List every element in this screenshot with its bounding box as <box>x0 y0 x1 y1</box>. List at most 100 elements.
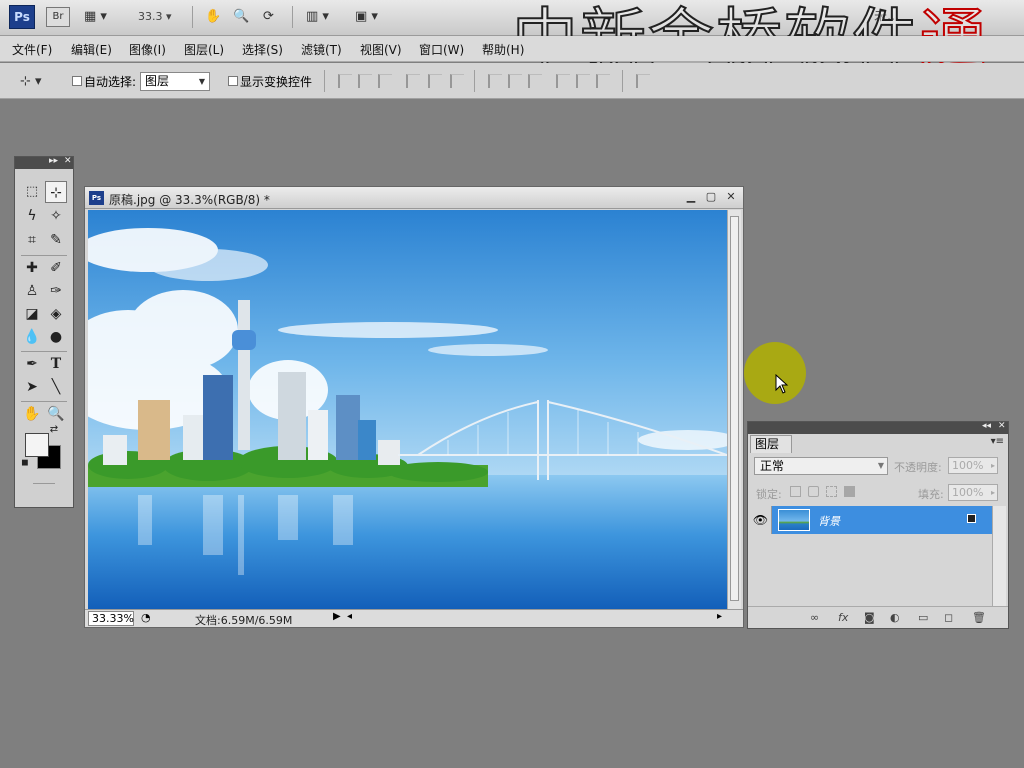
auto-select-dropdown[interactable]: 图层 ▼ <box>140 72 210 91</box>
align-left-icon[interactable] <box>406 74 420 88</box>
maximize-icon[interactable]: ▢ <box>703 189 719 205</box>
lock-all-icon[interactable] <box>844 486 855 497</box>
lock-position-icon[interactable] <box>826 486 837 497</box>
align-bottom-icon[interactable] <box>378 74 392 88</box>
menu-file[interactable]: 文件(F) <box>12 41 52 58</box>
lasso-tool-icon[interactable]: ϟ <box>21 205 43 227</box>
menu-edit[interactable]: 编辑(E) <box>71 41 112 58</box>
layers-scrollbar[interactable] <box>992 506 1006 606</box>
magic-wand-tool-icon[interactable]: ✧ <box>45 205 67 227</box>
dodge-tool-icon[interactable]: ● <box>45 326 67 348</box>
foreground-color-swatch[interactable] <box>25 433 49 457</box>
close-icon[interactable]: ✕ <box>998 421 1006 431</box>
menu-window[interactable]: 窗口(W) <box>419 41 464 58</box>
close-icon[interactable]: ✕ <box>723 189 739 205</box>
line-tool-icon[interactable]: ╲ <box>45 376 67 398</box>
quick-mask-icon[interactable] <box>33 483 55 484</box>
align-vcenter-icon[interactable] <box>358 74 372 88</box>
layer-mask-icon[interactable]: ◙ <box>864 611 875 624</box>
arrange-documents-icon[interactable]: ▥ ▾ <box>306 8 329 26</box>
history-brush-tool-icon[interactable]: ✑ <box>45 280 67 302</box>
layer-name: 背景 <box>818 515 840 528</box>
distribute-vcenter-icon[interactable] <box>508 74 522 88</box>
blend-mode-dropdown[interactable]: 正常 ▼ <box>754 457 888 475</box>
close-icon[interactable]: ✕ <box>64 156 72 166</box>
align-right-icon[interactable] <box>450 74 464 88</box>
rotate-view-icon[interactable]: ⟳ <box>263 8 274 26</box>
zoom-level-dropdown[interactable]: 33.3 ▾ <box>138 10 172 23</box>
auto-select-checkbox[interactable] <box>72 76 82 86</box>
move-tool-icon[interactable]: ⊹ <box>45 181 67 203</box>
zoom-field[interactable]: 33.33% <box>88 611 134 626</box>
status-menu-arrow-icon[interactable]: ▶ <box>333 611 341 622</box>
lock-transparency-icon[interactable] <box>790 486 801 497</box>
document-title-bar[interactable]: Ps 原稿.jpg @ 33.3%(RGB/8) * ▁ ▢ ✕ <box>85 187 743 209</box>
eyedropper-tool-icon[interactable]: ✎ <box>45 229 67 251</box>
menu-filter[interactable]: 滤镜(T) <box>301 41 342 58</box>
view-extras-icon[interactable]: ▦ ▾ <box>84 8 107 26</box>
menu-view[interactable]: 视图(V) <box>360 41 402 58</box>
menu-help[interactable]: 帮助(H) <box>482 41 524 58</box>
type-tool-icon[interactable]: T <box>45 353 67 375</box>
screen-mode-icon[interactable]: ▣ ▾ <box>355 8 378 26</box>
eye-icon[interactable]: 👁 <box>750 506 772 534</box>
marquee-tool-icon[interactable]: ⬚ <box>21 181 43 203</box>
distribute-bottom-icon[interactable] <box>528 74 542 88</box>
healing-brush-tool-icon[interactable]: ✚ <box>21 257 43 279</box>
link-layers-icon[interactable]: ∞ <box>810 611 819 624</box>
pen-tool-icon[interactable]: ✒ <box>21 353 43 375</box>
auto-align-icon[interactable] <box>636 74 650 88</box>
layers-panel-header[interactable]: ◂◂ ✕ <box>748 421 1008 434</box>
separator <box>21 401 67 402</box>
menu-bar: 文件(F) 编辑(E) 图像(I) 图层(L) 选择(S) 滤镜(T) 视图(V… <box>0 36 1024 62</box>
paint-bucket-tool-icon[interactable]: ◈ <box>45 303 67 325</box>
move-tool-preset-icon[interactable]: ⊹ ▾ <box>20 73 42 91</box>
hand-tool-icon[interactable]: ✋ <box>205 8 221 26</box>
collapse-icon[interactable]: ▸▸ <box>49 156 58 166</box>
align-top-icon[interactable] <box>338 74 352 88</box>
menu-layer[interactable]: 图层(L) <box>184 41 224 58</box>
brush-tool-icon[interactable]: ✐ <box>45 257 67 279</box>
path-selection-tool-icon[interactable]: ➤ <box>21 376 43 398</box>
clone-stamp-tool-icon[interactable]: ♙ <box>21 280 43 302</box>
bridge-button[interactable]: Br <box>46 7 70 27</box>
opacity-field[interactable]: 100% ▸ <box>948 457 998 474</box>
fill-field[interactable]: 100% ▸ <box>948 484 998 501</box>
default-colors-icon[interactable]: ◼ <box>19 457 31 469</box>
eraser-tool-icon[interactable]: ◪ <box>21 303 43 325</box>
zoom-tool-icon[interactable]: 🔍 <box>233 8 249 26</box>
layer-style-icon[interactable]: fx <box>838 611 848 624</box>
menu-image[interactable]: 图像(I) <box>129 41 166 58</box>
hand-tool-icon[interactable]: ✋ <box>21 403 43 425</box>
scrollbar-thumb[interactable] <box>730 216 739 601</box>
lock-pixels-icon[interactable] <box>808 486 819 497</box>
distribute-left-icon[interactable] <box>556 74 570 88</box>
status-info-icon[interactable]: ◔ <box>141 611 151 624</box>
tab-layers[interactable]: 图层 <box>750 435 792 453</box>
layer-row[interactable]: 👁 背景 <box>750 506 992 534</box>
scroll-left-icon[interactable]: ◂ <box>347 611 352 622</box>
zoom-tool-icon[interactable]: 🔍 <box>45 403 67 425</box>
distribute-hcenter-icon[interactable] <box>576 74 590 88</box>
vertical-scrollbar[interactable] <box>727 210 741 609</box>
blur-tool-icon[interactable]: 💧 <box>21 326 43 348</box>
align-hcenter-icon[interactable] <box>428 74 442 88</box>
distribute-top-icon[interactable] <box>488 74 502 88</box>
swap-colors-icon[interactable]: ⇄ <box>47 423 61 437</box>
minimize-icon[interactable]: ▁ <box>683 189 699 205</box>
delete-layer-icon[interactable]: 🗑 <box>972 611 986 624</box>
options-bar: ⊹ ▾ 自动选择: 图层 ▼ 显示变换控件 <box>0 63 1024 99</box>
show-transform-checkbox[interactable] <box>228 76 238 86</box>
crop-tool-icon[interactable]: ⌗ <box>21 229 43 251</box>
scroll-right-icon[interactable]: ▸ <box>717 611 722 622</box>
collapse-icon[interactable]: ◂◂ <box>982 421 991 431</box>
layers-footer: ∞ fx ◙ ◐ ▭ ◻ 🗑 <box>748 606 1008 628</box>
panel-menu-icon[interactable]: ▾≡ <box>991 436 1004 447</box>
distribute-right-icon[interactable] <box>596 74 610 88</box>
new-layer-icon[interactable]: ◻ <box>944 611 953 624</box>
menu-select[interactable]: 选择(S) <box>242 41 283 58</box>
image-canvas[interactable] <box>88 210 727 609</box>
adjustment-layer-icon[interactable]: ◐ <box>890 611 900 624</box>
tools-panel-header[interactable]: ▸▸ ✕ <box>15 156 73 169</box>
new-group-icon[interactable]: ▭ <box>918 611 928 624</box>
